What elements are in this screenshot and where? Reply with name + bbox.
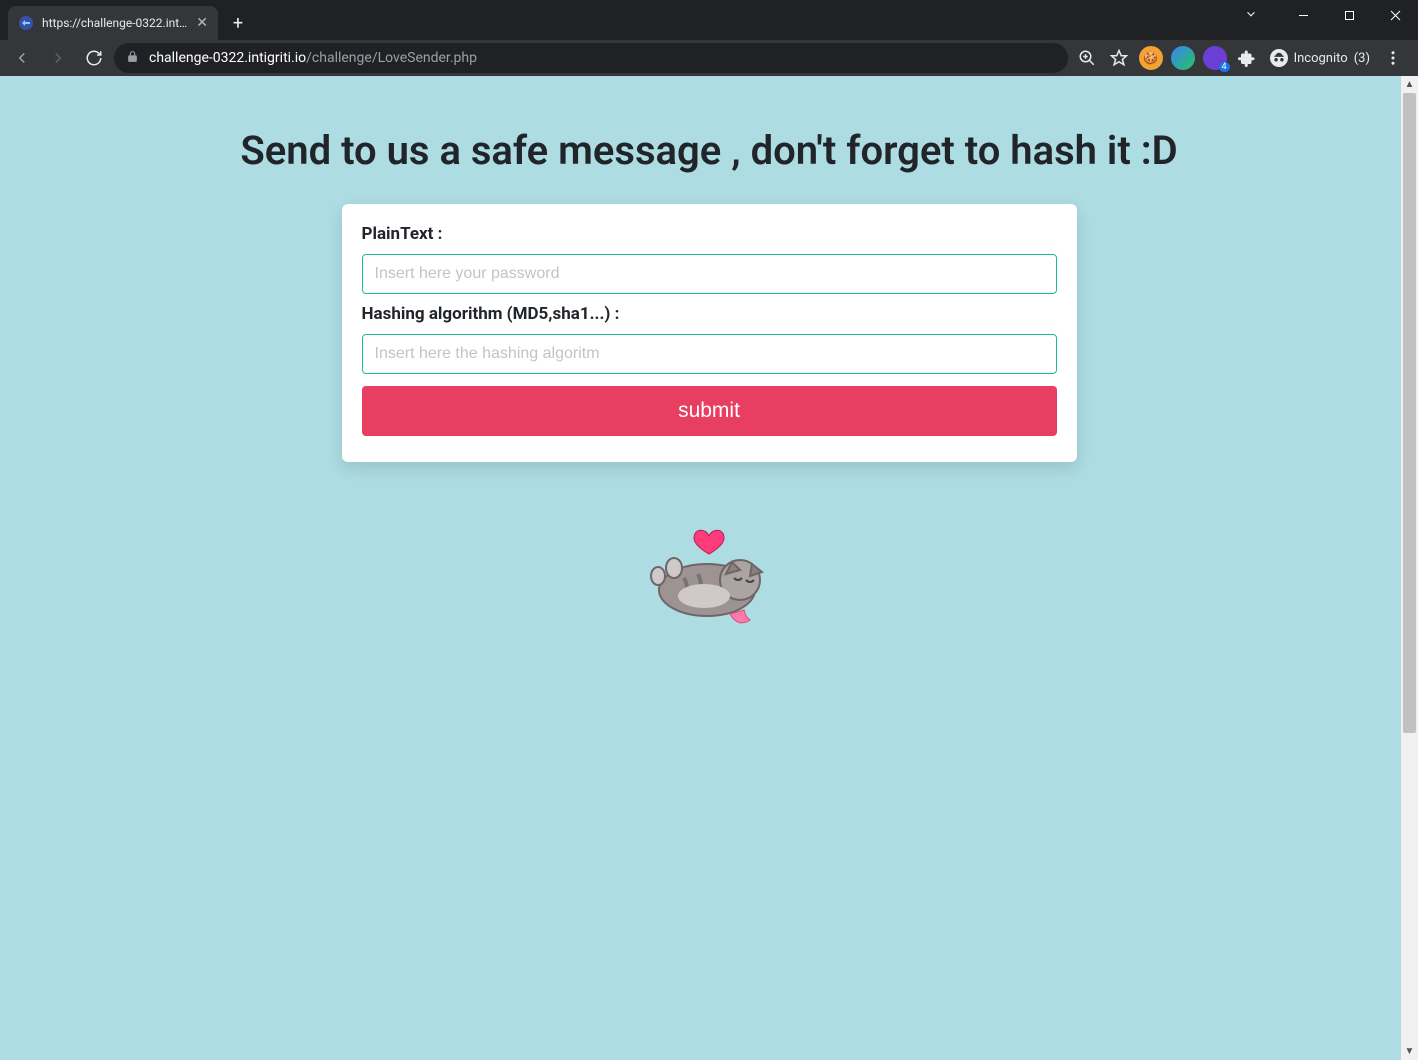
tab-close-icon[interactable]: ✕ [196, 15, 208, 31]
incognito-label: Incognito [1294, 51, 1348, 66]
address-bar[interactable]: challenge-0322.intigriti.io/challenge/Lo… [114, 43, 1068, 73]
window-maximize-button[interactable] [1326, 0, 1372, 30]
form-card: PlainText : Hashing algorithm (MD5,sha1.… [342, 204, 1077, 462]
window-controls [1280, 0, 1418, 30]
incognito-icon [1270, 49, 1288, 67]
window-close-button[interactable] [1372, 0, 1418, 30]
bookmark-star-icon[interactable] [1104, 44, 1134, 72]
scrollbar-down-arrow-icon[interactable]: ▼ [1401, 1043, 1418, 1060]
algorithm-input[interactable] [362, 334, 1057, 374]
url-text: challenge-0322.intigriti.io/challenge/Lo… [149, 50, 477, 66]
incognito-indicator[interactable]: Incognito (3) [1264, 47, 1376, 69]
submit-button[interactable]: submit [362, 386, 1057, 436]
nav-back-button[interactable] [6, 44, 38, 72]
plaintext-label: PlainText : [362, 224, 1057, 244]
pet-image [644, 518, 774, 628]
tab-title: https://challenge-0322.intigriti.io [42, 16, 188, 30]
url-path: /challenge/LoveSender.php [306, 50, 477, 66]
zoom-icon[interactable] [1072, 44, 1102, 72]
page-viewport: Send to us a safe message , don't forget… [0, 76, 1418, 1060]
extension-3-icon[interactable]: 4 [1200, 44, 1230, 72]
scrollbar-up-arrow-icon[interactable]: ▲ [1401, 76, 1418, 93]
extension-2-icon[interactable] [1168, 44, 1198, 72]
nav-reload-button[interactable] [78, 44, 110, 72]
url-host: challenge-0322.intigriti.io [149, 50, 306, 66]
nav-forward-button[interactable] [42, 44, 74, 72]
browser-toolbar: challenge-0322.intigriti.io/challenge/Lo… [0, 40, 1418, 76]
tabs-chevron-icon[interactable] [1244, 6, 1258, 25]
toolbar-right: 🍪 4 Incognito (3) [1072, 44, 1412, 72]
plaintext-input[interactable] [362, 254, 1057, 294]
page-heading: Send to us a safe message , don't forget… [209, 126, 1209, 176]
browser-tab[interactable]: https://challenge-0322.intigriti.io ✕ [8, 6, 218, 40]
vertical-scrollbar[interactable]: ▲ ▼ [1401, 76, 1418, 1060]
incognito-count: (3) [1354, 51, 1370, 66]
tab-favicon [18, 15, 34, 31]
kebab-menu-icon[interactable] [1378, 44, 1408, 72]
lock-icon [126, 50, 139, 66]
new-tab-button[interactable]: + [224, 9, 252, 37]
extension-1-icon[interactable]: 🍪 [1136, 44, 1166, 72]
algorithm-label: Hashing algorithm (MD5,sha1...) : [362, 304, 1057, 324]
extension-3-badge: 4 [1219, 62, 1230, 72]
extensions-puzzle-icon[interactable] [1232, 44, 1262, 72]
browser-title-bar: https://challenge-0322.intigriti.io ✕ + [0, 0, 1418, 40]
scrollbar-thumb[interactable] [1403, 93, 1416, 733]
window-minimize-button[interactable] [1280, 0, 1326, 30]
